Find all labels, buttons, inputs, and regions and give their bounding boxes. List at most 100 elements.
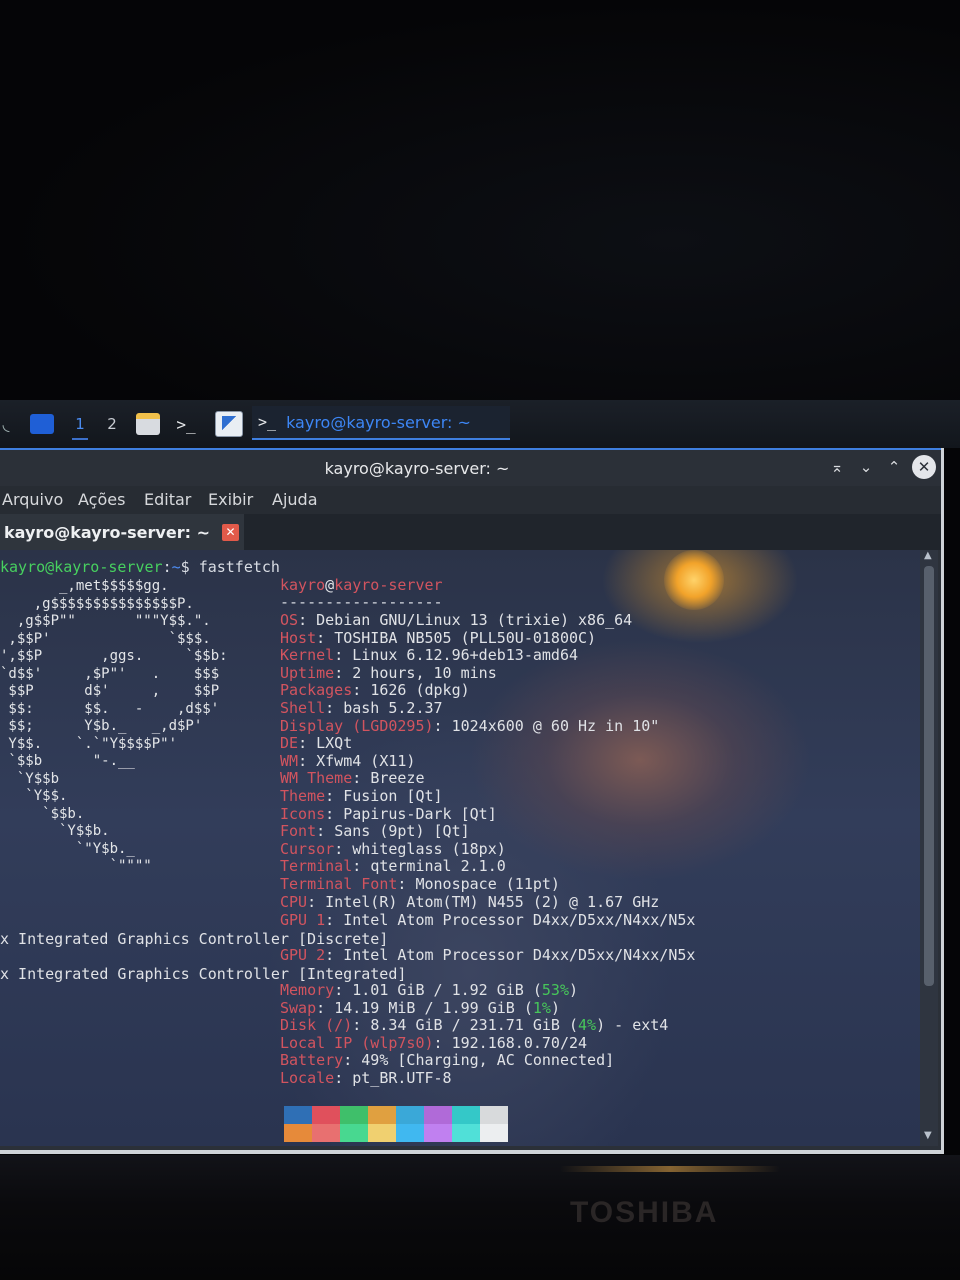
scroll-down-icon[interactable]: ▼ <box>924 1130 932 1141</box>
disk-percent: 4% <box>578 1016 597 1034</box>
terminal-output[interactable]: kayro@kayro-server:~$ fastfetch _,met$$$… <box>0 550 920 1146</box>
info-header: kayro@kayro-server <box>280 576 443 595</box>
palette-swatch <box>424 1106 452 1124</box>
text-editor-icon[interactable] <box>214 410 244 438</box>
info-locale: Locale: pt_BR.UTF-8 <box>280 1069 452 1087</box>
maximize-icon[interactable]: ⌃ <box>883 456 905 478</box>
palette-swatch <box>284 1106 312 1124</box>
gpu2-key: GPU 2 <box>280 946 326 964</box>
palette-swatch <box>368 1106 396 1124</box>
chat-icon[interactable] <box>28 410 56 438</box>
info-key: WM <box>280 751 299 770</box>
scroll-thumb[interactable] <box>924 566 934 986</box>
gpu1-value: Intel Atom Processor D4xx/D5xx/N4xx/N5x <box>343 911 696 929</box>
palette-swatch <box>284 1124 312 1142</box>
info-key: Terminal Font <box>280 875 398 893</box>
disk-value: 8.34 GiB / 231.71 GiB ( <box>370 1016 579 1034</box>
tab-close-icon[interactable]: ✕ <box>221 523 239 541</box>
menu-acoes[interactable]: Ações <box>78 490 125 509</box>
window-title: kayro@kayro-server: ~ <box>324 459 510 478</box>
info-value: Sans (9pt) [Qt] <box>334 822 470 841</box>
info-value: 1024x600 @ 60 Hz in 10" <box>451 716 660 735</box>
info-value: 1626 (dpkg) <box>370 681 470 700</box>
info-value: qterminal 2.1.0 <box>370 857 506 876</box>
info-row: Packages: 1626 (dpkg) <box>280 681 470 700</box>
info-key: Terminal <box>280 857 353 876</box>
palette-swatch <box>396 1106 424 1124</box>
menu-ajuda[interactable]: Ajuda <box>272 490 318 509</box>
minimize-icon[interactable]: ⌄ <box>855 456 877 478</box>
palette-swatch <box>396 1124 424 1142</box>
menu-icon[interactable]: ◟ <box>0 410 12 438</box>
gpu2-value: Intel Atom Processor D4xx/D5xx/N4xx/N5x <box>343 946 696 964</box>
swap-percent: 1% <box>532 999 551 1017</box>
menu-exibir[interactable]: Exibir <box>208 490 253 509</box>
info-row: Font: Sans (9pt) [Qt] <box>280 822 470 841</box>
workspace-1-button[interactable]: 1 <box>72 410 88 440</box>
disk-close: ) - ext4 <box>596 1016 669 1034</box>
taskbar: ◟ 1 2 >_ >_ kayro@kayro-server: ~ <box>0 400 960 448</box>
palette-swatch <box>452 1124 480 1142</box>
disk-key: Disk (/) <box>280 1016 353 1034</box>
info-memory: Memory: 1.01 GiB / 1.92 GiB (53%) <box>280 981 579 999</box>
palette-swatch <box>368 1124 396 1142</box>
terminal-window: kayro@kayro-server: ~ ⌅ ⌄ ⌃ ✕ Arquivo Aç… <box>0 448 944 1154</box>
info-battery: Battery: 49% [Charging, AC Connected] <box>280 1051 615 1069</box>
terminal-icon[interactable]: >_ <box>172 410 200 438</box>
tab-bar: kayro@kayro-server: ~ ✕ <box>0 514 941 550</box>
debian-ascii-logo: _,met$$$$$gg. ,g$$$$$$$$$$$$$$$P. ,g$$P"… <box>0 578 228 874</box>
locale-value: pt_BR.UTF-8 <box>352 1069 452 1087</box>
laptop-bezel <box>0 1155 960 1280</box>
prompt-user: kayro@kayro-server <box>0 558 163 576</box>
info-key: Font <box>280 822 317 841</box>
close-icon[interactable]: ✕ <box>912 455 936 479</box>
info-row: Theme: Fusion [Qt] <box>280 787 443 805</box>
light-glare <box>664 550 724 610</box>
info-gpu1: GPU 1: Intel Atom Processor D4xx/D5xx/N4… <box>280 911 696 929</box>
header-at: @ <box>325 576 335 594</box>
info-key: Cursor <box>280 839 335 858</box>
menu-editar[interactable]: Editar <box>144 490 191 509</box>
menu-bar: Arquivo Ações Editar Exibir Ajuda <box>0 486 941 514</box>
info-value: bash 5.2.37 <box>343 699 443 717</box>
info-value: Monospace (11pt) <box>415 875 560 893</box>
info-swap: Swap: 14.19 MiB / 1.99 GiB (1%) <box>280 999 560 1017</box>
info-value: Linux 6.12.96+deb13-amd64 <box>352 646 579 665</box>
title-bar[interactable]: kayro@kayro-server: ~ ⌅ ⌄ ⌃ ✕ <box>0 448 941 486</box>
swap-value: 14.19 MiB / 1.99 GiB ( <box>334 999 533 1017</box>
terminal-icon: >_ <box>258 413 277 431</box>
info-gpu2: GPU 2: Intel Atom Processor D4xx/D5xx/N4… <box>280 946 696 964</box>
info-row: Terminal Font: Monospace (11pt) <box>280 875 560 893</box>
command-text: fastfetch <box>198 558 280 576</box>
info-key: Display (LGD0295) <box>280 716 434 735</box>
taskbar-window-button[interactable]: >_ kayro@kayro-server: ~ <box>252 406 510 440</box>
info-row: Kernel: Linux 6.12.96+deb13-amd64 <box>280 646 579 665</box>
workspace-2-button[interactable]: 2 <box>104 410 120 438</box>
memory-close: ) <box>569 981 579 999</box>
prompt-path: ~ <box>171 558 181 576</box>
info-row: Shell: bash 5.2.37 <box>280 699 443 717</box>
info-row: Cursor: whiteglass (18px) <box>280 839 506 858</box>
scroll-up-icon[interactable]: ▲ <box>924 550 932 561</box>
info-value: Intel(R) Atom(TM) N455 (2) @ 1.67 GHz <box>325 892 660 911</box>
tab-terminal[interactable]: kayro@kayro-server: ~ ✕ <box>0 514 244 550</box>
palette-swatch <box>480 1124 508 1142</box>
info-value: Xfwm4 (X11) <box>316 751 416 770</box>
menu-arquivo[interactable]: Arquivo <box>2 490 63 509</box>
info-key: Icons <box>280 804 326 823</box>
info-row: Display (LGD0295): 1024x600 @ 60 Hz in 1… <box>280 716 660 735</box>
ip-value: 192.168.0.70/24 <box>451 1034 588 1052</box>
prompt-line: kayro@kayro-server:~$ fastfetch <box>0 558 280 576</box>
palette-swatch <box>340 1124 368 1142</box>
swap-key: Swap <box>280 999 317 1017</box>
palette-swatch <box>480 1106 508 1124</box>
prompt-symbol: $ <box>180 558 199 576</box>
file-manager-icon[interactable] <box>134 410 162 438</box>
info-key: OS <box>280 611 299 629</box>
info-value: Breeze <box>370 769 425 788</box>
locale-key: Locale <box>280 1069 335 1087</box>
info-row: DE: LXQt <box>280 734 353 753</box>
scrollbar[interactable]: ▲ ▼ <box>920 550 938 1146</box>
keep-above-icon[interactable]: ⌅ <box>826 456 848 478</box>
tab-label: kayro@kayro-server: ~ <box>4 522 210 542</box>
